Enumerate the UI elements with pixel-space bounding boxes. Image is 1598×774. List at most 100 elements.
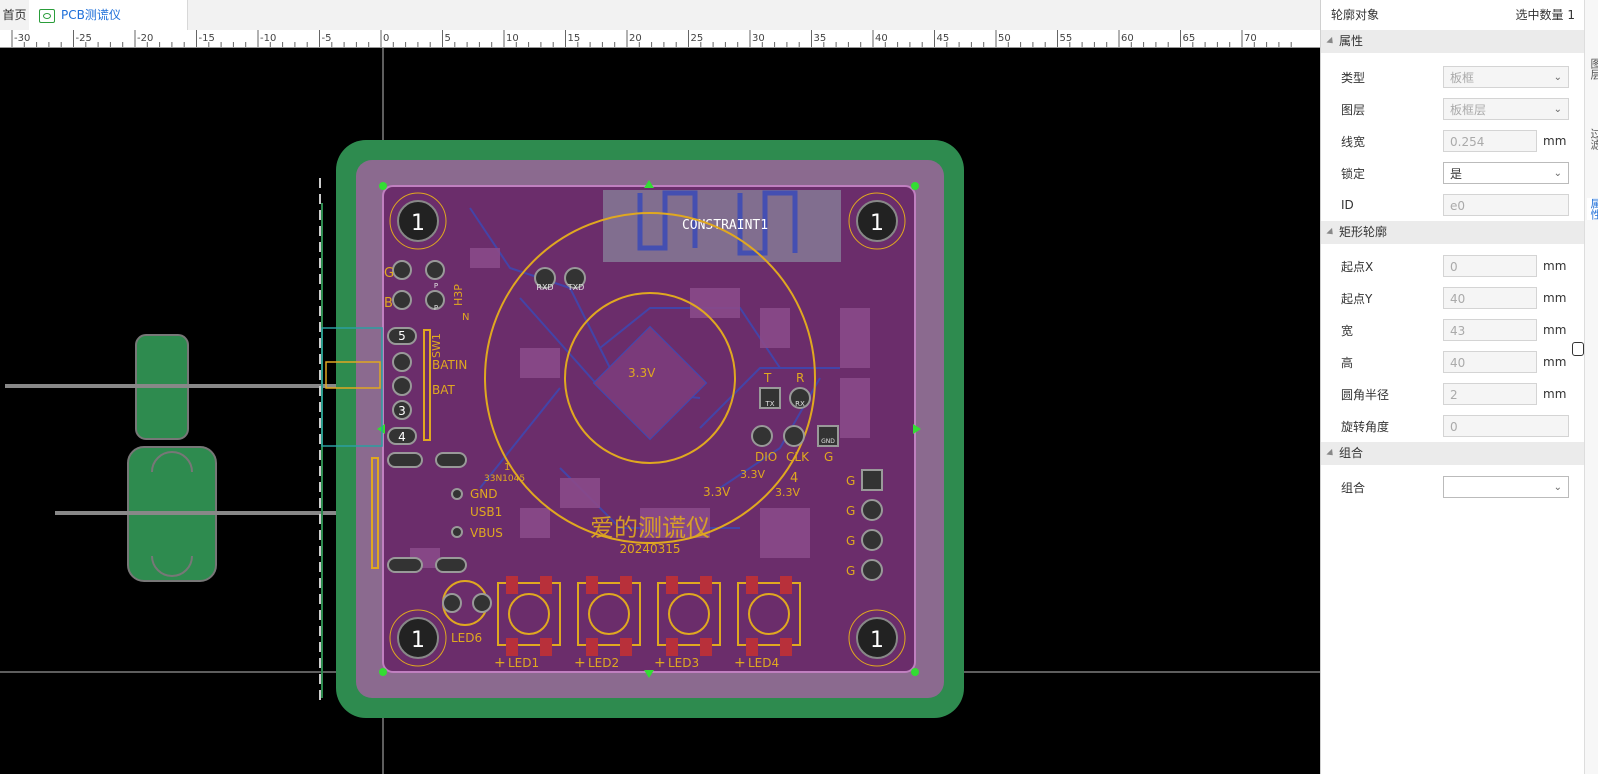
radius-input[interactable]: 2: [1443, 383, 1537, 405]
width-input[interactable]: 43: [1443, 319, 1537, 341]
height-value: 40: [1450, 356, 1466, 370]
rotation-input[interactable]: 0: [1443, 415, 1569, 437]
section-group[interactable]: 组合: [1321, 442, 1585, 465]
silk-h3p: H3P: [452, 284, 465, 306]
id-value: e0: [1450, 199, 1466, 213]
start-y-input[interactable]: 40: [1443, 287, 1537, 309]
mount-hole-label: 1: [870, 211, 884, 236]
type-select[interactable]: 板框 ⌄: [1443, 66, 1569, 88]
start-y-value: 40: [1450, 292, 1466, 306]
mount-hole-br[interactable]: 1: [848, 609, 906, 667]
silk-gnd: GND: [470, 487, 498, 501]
chevron-down-icon: ⌄: [1553, 168, 1562, 179]
silk-3v3-d: 3.3V: [775, 486, 800, 499]
mount-hole-label: 1: [411, 211, 425, 236]
row-layer: 图层 板框层 ⌄: [1321, 93, 1585, 125]
row-type: 类型 板框 ⌄: [1321, 61, 1585, 93]
section-group-label: 组合: [1339, 446, 1364, 460]
silk-led6: LED6: [451, 631, 482, 645]
width-value: 43: [1450, 324, 1466, 338]
line-width-label: 线宽: [1341, 134, 1366, 149]
ruler-label: 70: [1244, 33, 1257, 44]
silk-g-right: G: [846, 564, 855, 578]
type-label: 类型: [1341, 70, 1366, 85]
layer-value: 板框层: [1450, 103, 1487, 117]
panel-header: 轮廓对象 选中数量 1: [1321, 0, 1585, 30]
width-label: 宽: [1341, 323, 1354, 338]
unit-mm: mm: [1543, 355, 1567, 369]
object-type-label: 轮廓对象: [1331, 8, 1380, 22]
silk-bat: BAT: [432, 383, 456, 397]
row-rotation: 旋转角度 0: [1321, 410, 1585, 442]
silk-g-clk: G: [824, 450, 833, 464]
layer-label: 图层: [1341, 102, 1366, 117]
lock-select[interactable]: 是 ⌄: [1443, 162, 1569, 184]
height-input[interactable]: 40: [1443, 351, 1537, 373]
section-rect[interactable]: 矩形轮廓: [1321, 221, 1585, 244]
radius-value: 2: [1450, 388, 1458, 402]
mount-hole-tr[interactable]: 1: [848, 192, 906, 250]
silk-sw1: SW1: [430, 333, 443, 358]
side-tab-filter[interactable]: 过滤: [1587, 128, 1598, 150]
line-width-value: 0.254: [1450, 135, 1485, 149]
silk-usb1: USB1: [470, 505, 502, 519]
silk-led4: LED4: [748, 656, 779, 670]
start-x-label: 起点X: [1341, 259, 1374, 274]
ruler-ticks: -30 -25 -20 -15 -10 -5 0 5 10 15 20 25 30 35 40 45 50 55 6…: [11, 30, 1292, 47]
ruler-label: 65: [1183, 33, 1196, 44]
ruler-label: -30: [14, 33, 30, 44]
collapse-icon: [1326, 227, 1336, 238]
side-tab-properties[interactable]: 属性: [1587, 198, 1598, 220]
height-label: 高: [1341, 355, 1354, 370]
silk-batin: BATIN: [432, 358, 467, 372]
silk-3v3-b: 3.3V: [740, 468, 765, 481]
silk-g-right: G: [846, 534, 855, 548]
rotation-label: 旋转角度: [1341, 419, 1390, 434]
side-tab-layers[interactable]: 图层: [1587, 58, 1598, 80]
row-height: 高 40 mm: [1321, 346, 1585, 378]
ruler-label: -5: [322, 33, 332, 44]
section-props-label: 属性: [1339, 34, 1364, 48]
silk-p1: P: [434, 282, 438, 290]
tab-pcb[interactable]: PCB测谎仪: [29, 0, 188, 30]
ruler-label: 60: [1121, 33, 1134, 44]
sw-pin-label: 4: [398, 430, 406, 444]
silk-tx: TX: [764, 400, 774, 408]
horizontal-ruler[interactable]: -30 -25 -20 -15 -10 -5 0 5 10 15 20 25 30 35 40 45 50 55 6…: [0, 30, 1320, 48]
mount-hole-tl[interactable]: 1: [389, 192, 447, 250]
rotation-value: 0: [1450, 420, 1458, 434]
group-select[interactable]: ⌄: [1443, 476, 1569, 498]
lock-value: 是: [1450, 167, 1463, 181]
chevron-down-icon: ⌄: [1553, 482, 1562, 493]
mount-hole-label: 1: [870, 628, 884, 653]
ruler-label: 0: [383, 33, 389, 44]
row-id: ID e0: [1321, 189, 1585, 221]
row-start-x: 起点X 0 mm: [1321, 250, 1585, 282]
section-props[interactable]: 属性: [1321, 30, 1585, 53]
mount-hole-bl[interactable]: 1: [389, 609, 447, 667]
start-x-input[interactable]: 0: [1443, 255, 1537, 277]
id-label: ID: [1341, 198, 1354, 212]
silk-txd: TXD: [567, 283, 585, 292]
ruler-label: 50: [998, 33, 1011, 44]
svg-text:+: +: [574, 655, 586, 671]
layer-select[interactable]: 板框层 ⌄: [1443, 98, 1569, 120]
silk-g: G: [384, 266, 394, 281]
property-panel: 轮廓对象 选中数量 1 属性 类型 板框 ⌄ 图层 板框层 ⌄ 线宽 0.254 m…: [1320, 0, 1585, 774]
row-group: 组合 ⌄: [1321, 471, 1585, 503]
ruler-label: 35: [814, 33, 827, 44]
line-width-input[interactable]: 0.254: [1443, 130, 1537, 152]
tab-home[interactable]: 首页: [0, 0, 30, 30]
silk-gnd-pad: GND: [821, 438, 835, 445]
board-title: 爱的测谎仪: [590, 514, 710, 542]
id-input[interactable]: e0: [1443, 194, 1569, 216]
type-value: 板框: [1450, 71, 1475, 85]
silk-4: 4: [790, 471, 798, 486]
row-start-y: 起点Y 40 mm: [1321, 282, 1585, 314]
silk-led3: LED3: [668, 656, 699, 670]
selected-count: 选中数量 1: [1515, 8, 1575, 22]
pcb-canvas[interactable]: CONSTRAINT1 1 1 1 1 G B P P RXD TXD H3P …: [0, 48, 1320, 774]
silk-n: N: [462, 312, 469, 323]
ruler-label: 10: [506, 33, 519, 44]
start-y-label: 起点Y: [1341, 291, 1373, 306]
